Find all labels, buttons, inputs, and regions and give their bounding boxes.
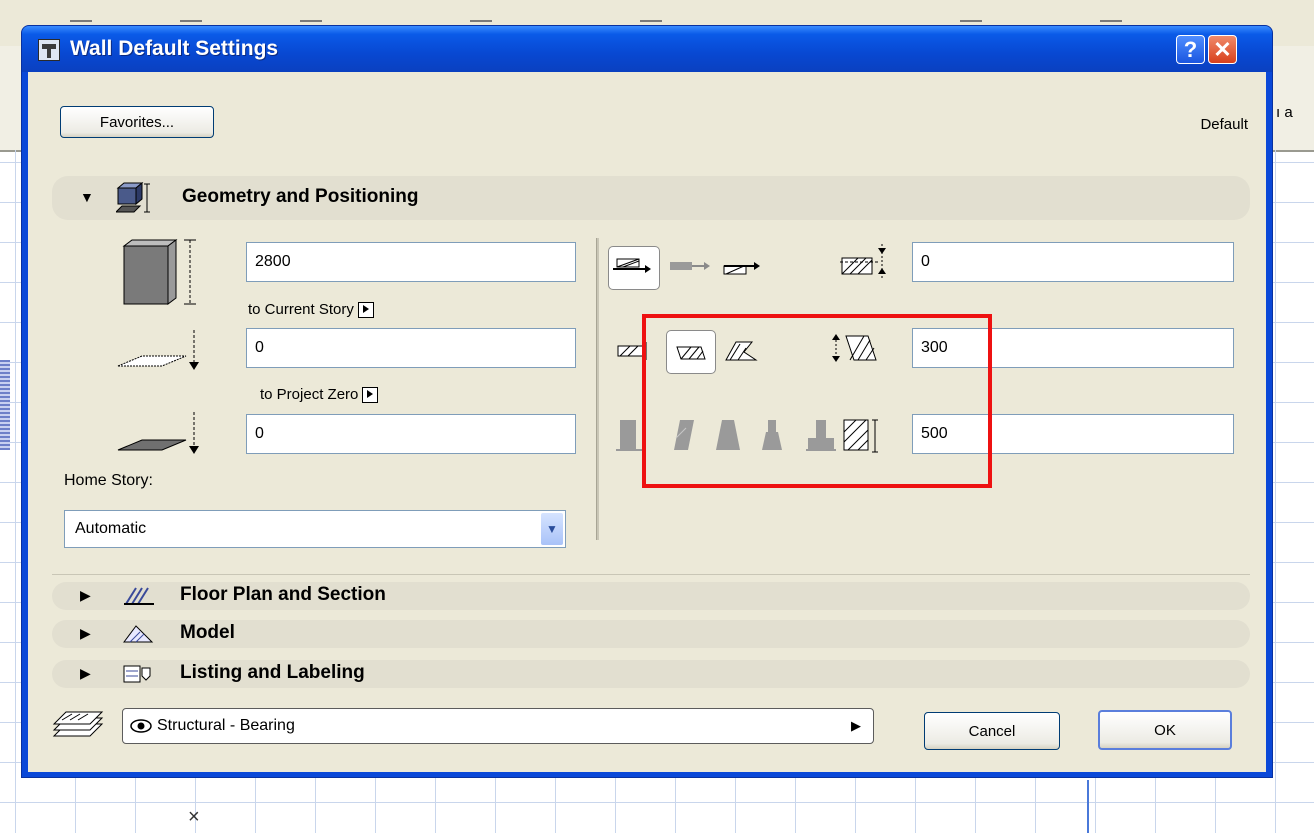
highlight-annotation [642, 314, 992, 488]
geometry-icon [116, 182, 150, 213]
play-arrow-icon[interactable] [362, 387, 379, 404]
home-story-select[interactable]: Automatic ▼ [64, 510, 566, 548]
toolbar-tool-icon[interactable] [300, 6, 322, 22]
eye-icon[interactable] [129, 717, 153, 735]
listing-icon [123, 665, 151, 683]
ref-line-offset-icon [840, 244, 886, 278]
expand-right-icon: ▶ [80, 625, 91, 641]
app-icon [38, 39, 60, 61]
cancel-button[interactable]: Cancel [924, 712, 1060, 750]
dialog-title: Wall Default Settings [70, 37, 279, 60]
origin-marker-icon: × [188, 806, 200, 828]
section-model-header[interactable]: ▶ Model [52, 620, 1250, 648]
toolbar-tool-icon[interactable] [470, 6, 492, 22]
play-arrow-icon[interactable]: ▶ [851, 718, 861, 734]
toolbar-tool-icon[interactable] [1100, 6, 1122, 22]
section-geometry-header[interactable]: ▼ Geometry and Positioning [52, 176, 1250, 220]
play-arrow-icon[interactable] [357, 302, 374, 319]
home-story-label: Home Story: [64, 472, 153, 489]
floor-plan-icon [124, 587, 154, 605]
dialog-body: Favorites... Default ▼ Geometry and Posi… [28, 72, 1266, 772]
close-button[interactable]: ✕ [1208, 35, 1237, 64]
expand-right-icon: ▶ [80, 587, 91, 603]
layer-icon [52, 711, 104, 737]
section-geometry-title: Geometry and Positioning [182, 186, 419, 207]
ok-button[interactable]: OK [1098, 710, 1232, 750]
wall-settings-dialog: Wall Default Settings ? ✕ Favorites... D… [21, 25, 1273, 778]
base-offset-input[interactable]: 0 [246, 328, 576, 368]
ref-line-center-icon[interactable] [668, 256, 716, 280]
toolbar-tool-icon[interactable] [180, 6, 202, 22]
help-button[interactable]: ? [1176, 35, 1205, 64]
section-model-title: Model [180, 622, 235, 643]
section-listing-header[interactable]: ▶ Listing and Labeling [52, 660, 1250, 688]
title-bar[interactable]: Wall Default Settings ? ✕ [22, 26, 1272, 72]
toolbar-tool-icon[interactable] [640, 6, 662, 22]
model-icon [123, 625, 154, 643]
wall-height-icon [122, 239, 196, 305]
home-story-value: Automatic [75, 520, 147, 537]
background-line [1087, 780, 1089, 833]
toolbar-tool-icon[interactable] [70, 6, 92, 22]
base-absolute-input[interactable]: 0 [246, 414, 576, 454]
toolbar-tool-icon[interactable] [960, 6, 982, 22]
section-listing-title: Listing and Labeling [180, 662, 365, 683]
section-floor-plan-title: Floor Plan and Section [180, 584, 386, 605]
top-link-text: to Current Story [248, 301, 354, 318]
background-hatch [0, 360, 10, 450]
wall-height-input[interactable]: 2800 [246, 242, 576, 282]
layer-select[interactable]: Structural - Bearing ▶ [122, 708, 874, 744]
column-divider [596, 238, 599, 540]
expand-right-icon: ▶ [80, 665, 91, 681]
layer-value: Structural - Bearing [157, 717, 295, 734]
favorites-button[interactable]: Favorites... [60, 106, 214, 138]
chevron-down-icon[interactable]: ▼ [541, 513, 563, 545]
base-offset-icon [117, 330, 199, 370]
base-link-text: to Project Zero [260, 386, 359, 403]
section-divider [52, 574, 1250, 575]
background-text: ı a [1276, 104, 1293, 121]
ref-line-offset-input[interactable]: 0 [912, 242, 1234, 282]
ref-line-outside-icon [613, 258, 651, 273]
ref-line-outside-button[interactable] [608, 246, 660, 290]
default-label: Default [1200, 116, 1248, 133]
section-floor-plan-header[interactable]: ▶ Floor Plan and Section [52, 582, 1250, 610]
expand-down-icon: ▼ [80, 189, 94, 205]
profile-straight-icon[interactable] [614, 416, 644, 456]
base-absolute-icon [117, 412, 199, 454]
ref-line-inside-icon[interactable] [720, 256, 768, 282]
base-link-label[interactable]: to Project Zero [260, 386, 379, 404]
top-link-label[interactable]: to Current Story [248, 301, 374, 319]
